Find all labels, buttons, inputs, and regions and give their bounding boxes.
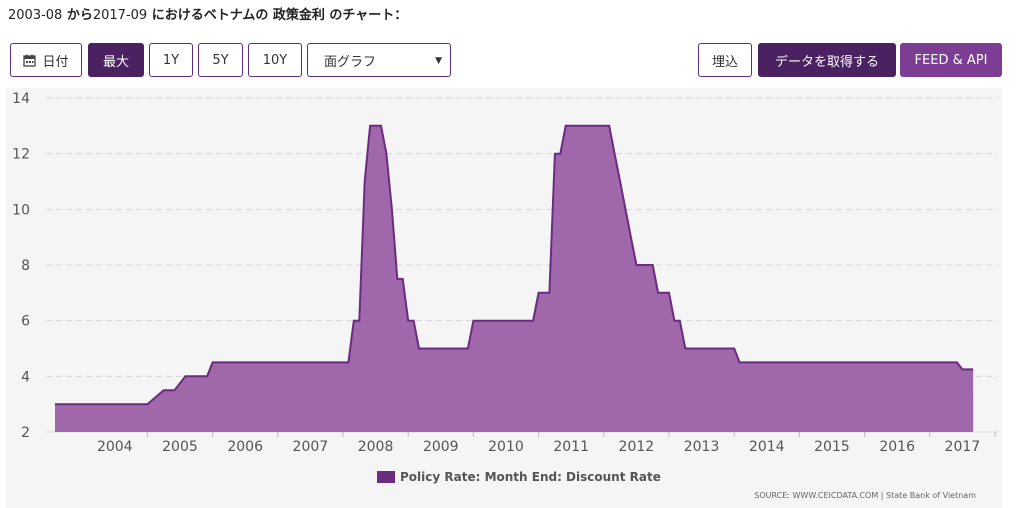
y-tick-label-12: 12 [12, 147, 30, 163]
x-tick-label-2016: 2016 [879, 439, 915, 455]
y-tick-label-6: 6 [21, 314, 30, 330]
x-tick-label-2017: 2017 [945, 439, 981, 455]
x-tick-label-2013: 2013 [684, 439, 720, 455]
caret-down-icon: ▼ [435, 56, 442, 66]
y-tick-label-10: 10 [12, 202, 30, 218]
range-10y-button[interactable]: 10Y [248, 43, 302, 77]
range-5y-button[interactable]: 5Y [198, 43, 243, 77]
range-1y-button[interactable]: 1Y [149, 43, 193, 77]
y-tick-label-2: 2 [21, 425, 30, 441]
chart-title: 2003-08 から2017-09 におけるベトナムの 政策金利 のチャート： [8, 4, 407, 23]
y-tick-label-14: 14 [12, 91, 30, 107]
legend-swatch [377, 471, 395, 483]
y-tick-label-8: 8 [21, 258, 30, 274]
chart-panel: 2 4 6 8 10 12 14 2004 2005 2006 2007 2008 2009 2010 2… [6, 88, 1002, 508]
title-end-date: 2017-09 [92, 8, 148, 23]
source-note: SOURCE: WWW.CEICDATA.COM | State Bank of… [754, 491, 976, 500]
title-start-date: 2003-08 [8, 8, 63, 23]
x-tick-label-2005: 2005 [162, 439, 198, 455]
x-tick-label-2010: 2010 [488, 439, 524, 455]
x-axis-ticks: 2004 2005 2006 2007 2008 2009 2010 2011 2012 2013… [97, 432, 996, 455]
feed-api-button[interactable]: FEED & API [900, 43, 1002, 77]
x-tick-label-2015: 2015 [814, 439, 850, 455]
legend: Policy Rate: Month End: Discount Rate [377, 470, 661, 484]
x-tick-label-2014: 2014 [749, 439, 785, 455]
x-tick-label-2012: 2012 [619, 439, 655, 455]
x-tick-label-2011: 2011 [553, 439, 589, 455]
legend-label: Policy Rate: Month End: Discount Rate [400, 470, 661, 484]
chart-type-value: 面グラフ [324, 54, 377, 70]
area-series [55, 124, 974, 433]
x-tick-label-2008: 2008 [358, 439, 394, 455]
calendar-icon [23, 54, 37, 67]
title-rest: におけるベトナムの 政策金利 のチャート： [147, 8, 408, 23]
x-tick-label-2009: 2009 [423, 439, 459, 455]
get-data-button[interactable]: データを取得する [758, 43, 896, 77]
policy-rate-chart: 2468101214 2004 2005 2006 2007 2008 2009 2010 2… [12, 91, 998, 500]
date-button-label: 日付 [42, 54, 69, 70]
range-max-button[interactable]: 最大 [88, 43, 144, 77]
embed-button[interactable]: 埋込 [698, 43, 752, 77]
title-from-word: から [62, 8, 93, 23]
date-button[interactable]: 日付 [10, 43, 82, 77]
y-tick-label-4: 4 [21, 369, 30, 385]
x-tick-label-2006: 2006 [227, 439, 263, 455]
x-tick-label-2007: 2007 [293, 439, 329, 455]
y-axis-ticks: 2 4 6 8 10 12 14 [12, 91, 30, 441]
chart-type-select[interactable]: 面グラフ ▼ [307, 43, 451, 77]
x-tick-label-2004: 2004 [97, 439, 133, 455]
series-area-policy-rate [55, 125, 974, 433]
